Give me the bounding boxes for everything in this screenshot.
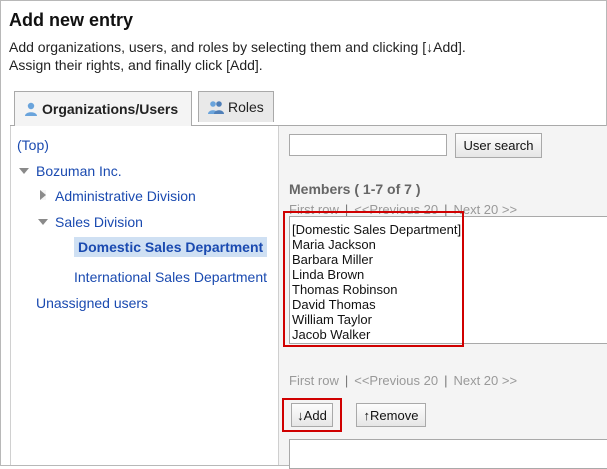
pager-separator: | — [444, 373, 448, 388]
members-heading: Members ( 1-7 of 7 ) — [289, 181, 421, 197]
first-row-link[interactable]: First row — [289, 373, 339, 388]
tab-organizations-users[interactable]: Organizations/Users — [14, 91, 192, 126]
page-description: Add organizations, users, and roles by s… — [9, 38, 466, 74]
tab-roles[interactable]: Roles — [198, 91, 274, 122]
members-listbox[interactable]: [Domestic Sales Department] Maria Jackso… — [289, 216, 607, 344]
next-20-link[interactable]: Next 20 >> — [453, 373, 517, 388]
tree-item-company[interactable]: Bozuman Inc. — [36, 163, 122, 179]
pager-separator: | — [344, 202, 349, 217]
previous-20-link[interactable]: <<Previous 20 — [354, 202, 438, 217]
next-20-link[interactable]: Next 20 >> — [453, 202, 517, 217]
member-option[interactable]: Barbara Miller — [290, 252, 607, 267]
pager-bottom: First row | <<Previous 20 | Next 20 >> — [289, 373, 517, 388]
tab-organizations-users-label: Organizations/Users — [42, 101, 179, 117]
collapse-arrow-icon[interactable] — [19, 168, 29, 174]
pager-separator: | — [444, 202, 448, 217]
tree-item-top[interactable]: (Top) — [17, 137, 49, 153]
member-selection-panel: User search Members ( 1-7 of 7 ) First r… — [279, 126, 607, 469]
add-button[interactable]: ↓Add — [291, 403, 333, 427]
user-search-input[interactable] — [289, 134, 447, 156]
tree-item-unassigned-users[interactable]: Unassigned users — [36, 295, 148, 311]
member-option[interactable]: Jacob Walker — [290, 327, 607, 342]
previous-20-link[interactable]: <<Previous 20 — [354, 373, 438, 388]
remove-button[interactable]: ↑Remove — [356, 403, 426, 427]
tree-item-international-sales[interactable]: International Sales Department — [74, 269, 267, 285]
member-option[interactable]: Thomas Robinson — [290, 282, 607, 297]
users-icon — [23, 101, 39, 117]
tab-bar: Organizations/Users Roles — [10, 91, 606, 126]
selected-entries-listbox[interactable] — [289, 439, 607, 469]
page-title: Add new entry — [9, 10, 134, 30]
expand-arrow-icon[interactable] — [40, 190, 46, 200]
tab-panel: (Top) Bozuman Inc. Administrative Divisi… — [10, 126, 607, 469]
tab-roles-label: Roles — [228, 99, 264, 115]
member-option[interactable]: David Thomas — [290, 297, 607, 312]
member-option[interactable]: William Taylor — [290, 312, 607, 327]
pager-top: First row | <<Previous 20 | Next 20 >> — [289, 202, 517, 217]
add-entry-window: Add new entry Add organizations, users, … — [0, 0, 607, 469]
roles-icon — [207, 99, 225, 115]
tree-item-sales-division[interactable]: Sales Division — [55, 214, 143, 230]
member-option[interactable]: [Domestic Sales Department] — [290, 222, 607, 237]
member-option[interactable]: Linda Brown — [290, 267, 607, 282]
description-line-1: Add organizations, users, and roles by s… — [9, 39, 466, 55]
pager-separator: | — [344, 373, 349, 388]
organization-tree: (Top) Bozuman Inc. Administrative Divisi… — [11, 126, 279, 465]
description-line-2: Assign their rights, and finally click [… — [9, 57, 263, 73]
tree-item-domestic-sales-selected[interactable]: Domestic Sales Department — [74, 237, 268, 257]
member-option[interactable]: Maria Jackson — [290, 237, 607, 252]
collapse-arrow-icon[interactable] — [38, 219, 48, 225]
user-search-button[interactable]: User search — [455, 133, 542, 158]
first-row-link[interactable]: First row — [289, 202, 339, 217]
tree-item-administrative-division[interactable]: Administrative Division — [55, 188, 196, 204]
